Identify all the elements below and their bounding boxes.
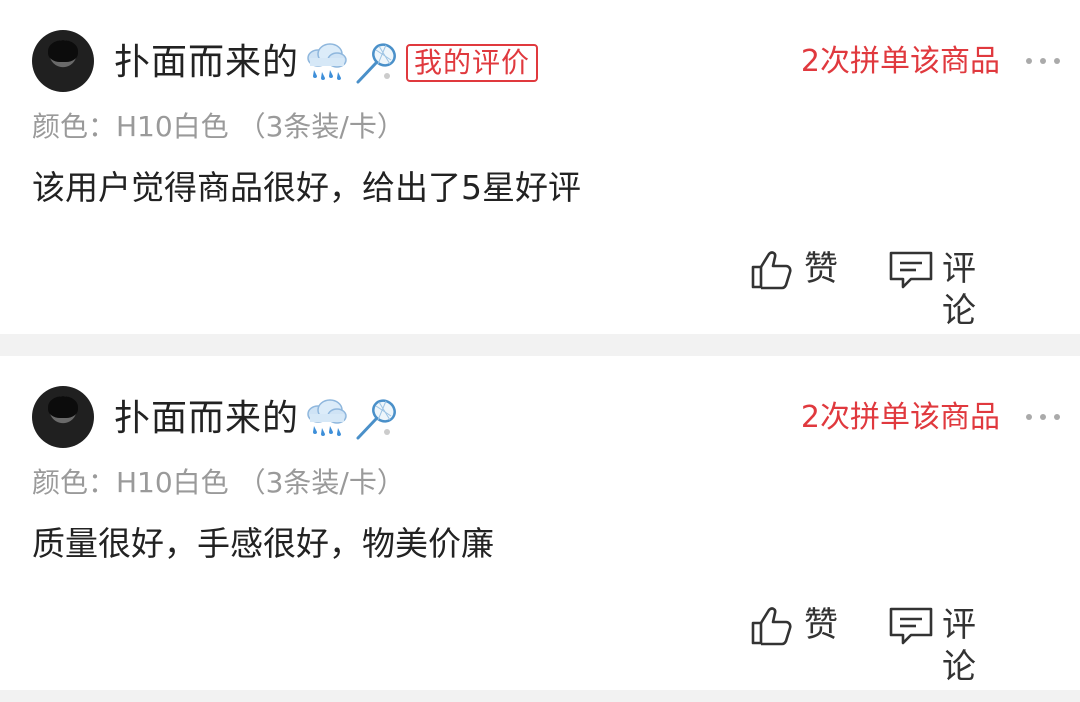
- thumbs-up-icon: [751, 251, 792, 290]
- my-review-tag: 我的评价: [406, 44, 539, 82]
- review-actions: 赞 评论: [750, 604, 1050, 687]
- review-card: 扑面而来的 2次拼单该商品 颜色：H10白色 （3条装/卡） 质量很好，手感很好…: [0, 356, 1080, 690]
- review-header: 扑面而来的 2次拼单该商品: [32, 386, 1062, 450]
- avatar[interactable]: [32, 386, 94, 448]
- badminton-racket-icon: [356, 399, 396, 440]
- cloud-rain-icon: [307, 43, 347, 80]
- avatar[interactable]: [32, 30, 94, 92]
- product-spec: 颜色：H10白色 （3条装/卡）: [32, 466, 405, 499]
- badminton-racket-icon: [356, 43, 396, 84]
- like-label: 赞: [804, 605, 838, 645]
- review-card: 扑面而来的 我的评价 2次拼单该商品 颜色：H10白色 （3条装/卡） 该用户觉…: [0, 0, 1080, 334]
- review-content: 该用户觉得商品很好，给出了5星好评: [32, 168, 581, 207]
- more-icon[interactable]: [1026, 56, 1062, 66]
- more-icon[interactable]: [1026, 412, 1062, 422]
- cloud-rain-icon: [307, 399, 347, 436]
- review-content: 质量很好，手感很好，物美价廉: [32, 524, 494, 563]
- buy-count: 2次拼单该商品: [800, 44, 1000, 79]
- product-spec: 颜色：H10白色 （3条装/卡）: [32, 110, 405, 143]
- comment-label: 评论: [942, 605, 976, 687]
- review-header: 扑面而来的 我的评价 2次拼单该商品: [32, 30, 1062, 94]
- comment-icon: [889, 607, 933, 645]
- comment-label: 评论: [942, 249, 976, 331]
- like-label: 赞: [804, 249, 838, 289]
- thumbs-up-icon: [751, 607, 792, 646]
- username[interactable]: 扑面而来的: [114, 398, 299, 440]
- review-actions: 赞 评论: [750, 248, 1050, 331]
- username[interactable]: 扑面而来的: [114, 42, 299, 84]
- comment-icon: [889, 251, 933, 289]
- buy-count: 2次拼单该商品: [800, 400, 1000, 435]
